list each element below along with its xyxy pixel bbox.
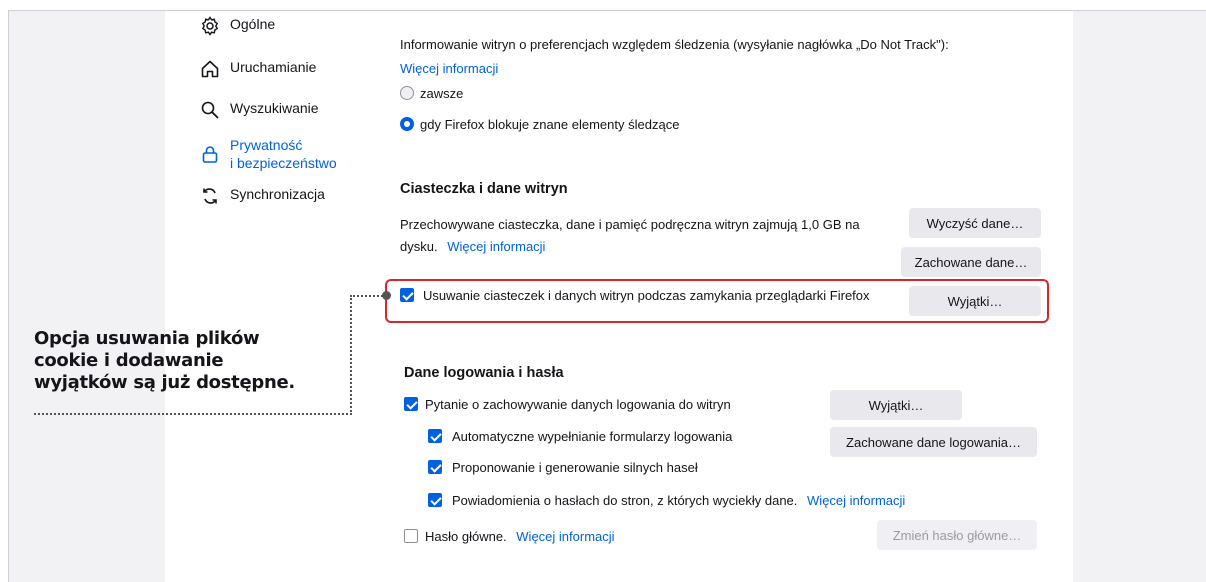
dnt-blocking-label[interactable]: gdy Firefox blokuje znane elementy śledz… [420, 117, 679, 132]
autofill-checkbox[interactable] [428, 429, 442, 443]
callout-pointer [350, 295, 386, 297]
clear-data-button[interactable]: Wyczyść dane… [909, 208, 1041, 238]
sidebar-item-startup[interactable]: Uruchamianie [200, 59, 316, 79]
sidebar-item-label: Wyszukiwanie [230, 100, 319, 116]
dnt-always-radio[interactable] [400, 86, 414, 100]
search-icon [200, 100, 220, 120]
master-password-label[interactable]: Hasło główne. [425, 529, 507, 544]
ask-save-logins-label[interactable]: Pytanie o zachowywanie danych logowania … [425, 397, 731, 412]
home-icon [200, 59, 220, 79]
sidebar-label-line2: i bezpieczeństwo [230, 155, 337, 171]
login-exceptions-button[interactable]: Wyjątki… [830, 390, 962, 420]
breach-alerts-checkbox[interactable] [428, 493, 442, 507]
delete-on-close-checkbox[interactable] [400, 288, 414, 302]
cookie-exceptions-button[interactable]: Wyjątki… [909, 286, 1041, 316]
dnt-more-info-link[interactable]: Więcej informacji [400, 61, 498, 76]
cookies-heading: Ciasteczka i dane witryn [400, 181, 568, 197]
breach-alerts-row: Powiadomienia o hasłach do stron, z któr… [452, 493, 905, 508]
suggest-passwords-label[interactable]: Proponowanie i generowanie silnych haseł [452, 460, 698, 475]
suggest-passwords-checkbox[interactable] [428, 460, 442, 474]
dnt-always-label[interactable]: zawsze [420, 86, 463, 101]
master-password-row: Hasło główne. Więcej informacji [425, 529, 615, 544]
gear-icon [200, 16, 220, 36]
sidebar-item-label: Ogólne [230, 16, 276, 32]
sidebar-item-label: Uruchamianie [230, 59, 317, 75]
cookies-storage-text: Przechowywane ciasteczka, dane i pamięć … [400, 217, 860, 232]
sidebar-item-search[interactable]: Wyszukiwanie [200, 100, 319, 120]
sidebar-item-privacy[interactable]: Prywatność i bezpieczeństwo [200, 136, 337, 172]
cookies-more-info-link[interactable]: Więcej informacji [447, 239, 545, 254]
callout-underline [34, 413, 352, 415]
manage-data-button[interactable]: Zachowane dane… [901, 247, 1041, 277]
callout-text: Opcja usuwania plików cookie i dodawanie… [34, 328, 295, 393]
master-password-checkbox[interactable] [404, 529, 418, 543]
sidebar-item-general[interactable]: Ogólne [200, 16, 275, 36]
callout-connector [350, 295, 352, 415]
delete-on-close-label[interactable]: Usuwanie ciasteczek i danych witryn podc… [423, 288, 870, 303]
breach-alerts-label[interactable]: Powiadomienia o hasłach do stron, z któr… [452, 493, 797, 508]
sidebar-label-line1: Prywatność [230, 137, 303, 153]
callout-dot [382, 291, 391, 300]
sidebar-item-label: Synchronizacja [230, 186, 325, 202]
autofill-label[interactable]: Automatyczne wypełnianie formularzy logo… [452, 429, 732, 444]
cookies-storage-text-2: dysku. [400, 239, 438, 254]
cookies-storage-text-end: dysku. Więcej informacji [400, 239, 545, 254]
dnt-blocking-radio[interactable] [400, 117, 414, 131]
sidebar-item-sync[interactable]: Synchronizacja [200, 186, 325, 206]
change-master-password-button[interactable]: Zmień hasło główne… [877, 520, 1037, 550]
master-more-info-link[interactable]: Więcej informacji [516, 529, 614, 544]
logins-heading: Dane logowania i hasła [404, 365, 564, 381]
dnt-description: Informowanie witryn o preferencjach wzgl… [400, 37, 949, 52]
sync-icon [200, 186, 220, 206]
lock-icon [200, 144, 220, 164]
saved-logins-button[interactable]: Zachowane dane logowania… [830, 427, 1037, 457]
breach-more-info-link[interactable]: Więcej informacji [807, 493, 905, 508]
sidebar-item-label: Prywatność i bezpieczeństwo [230, 136, 337, 172]
ask-save-logins-checkbox[interactable] [404, 397, 418, 411]
